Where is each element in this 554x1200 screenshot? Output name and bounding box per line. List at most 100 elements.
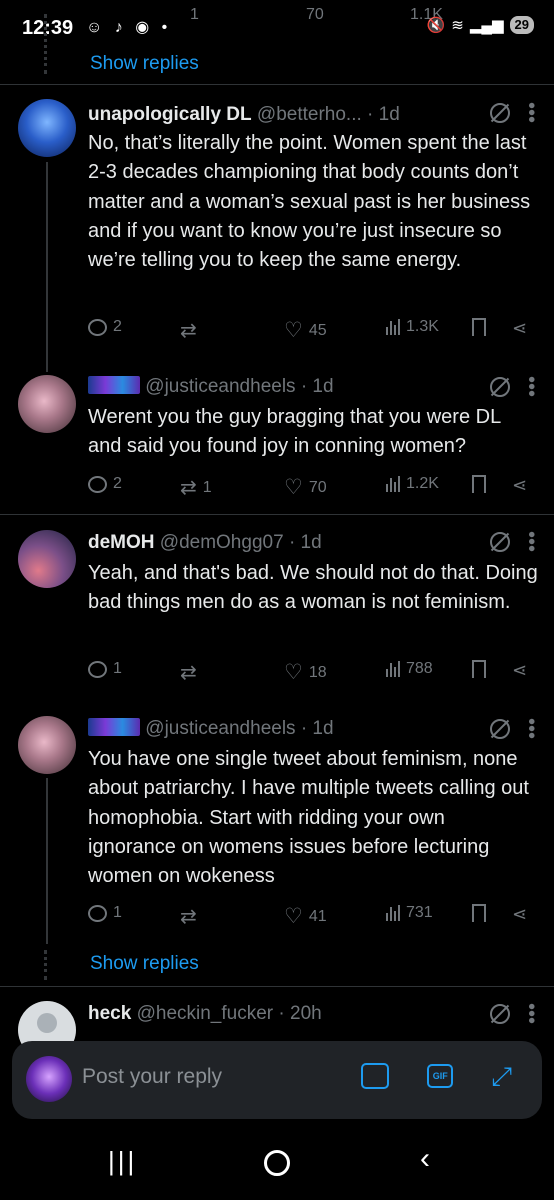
views-button[interactable]: 731 (386, 904, 433, 922)
grok-icon[interactable] (490, 531, 510, 552)
share-button[interactable]: ⋖ (512, 318, 527, 339)
home-button[interactable] (264, 1150, 290, 1176)
handle[interactable]: @demOhgg07 (160, 532, 284, 553)
more-options-icon[interactable]: ••• (520, 531, 542, 552)
gif-icon[interactable]: GIF (427, 1064, 454, 1088)
reply-button[interactable]: 2 (88, 318, 122, 336)
thread-dotted-line (44, 950, 47, 980)
reply-input[interactable]: Post your reply (82, 1065, 222, 1089)
bookmark-icon (472, 904, 486, 922)
more-options-icon[interactable]: ••• (520, 102, 542, 123)
display-name-emoji[interactable] (88, 376, 140, 394)
avatar[interactable] (18, 716, 76, 774)
image-icon[interactable] (361, 1063, 390, 1089)
thread-dotted-line (44, 14, 47, 74)
my-avatar (26, 1056, 72, 1102)
reply-composer[interactable]: Post your reply GIF ⤢ (12, 1041, 542, 1119)
handle[interactable]: @betterho... (257, 104, 362, 125)
grok-icon[interactable] (490, 1003, 510, 1024)
status-bar: 12:39 ☺ ♪ ◉ • 1 70 1.1K 🔇 ≋ ▂▄▆ 29 (0, 0, 554, 56)
reply-icon (88, 904, 107, 922)
handle[interactable]: @justiceandheels (145, 718, 295, 739)
like-button[interactable]: ♡ 45 (284, 318, 327, 343)
show-replies-link[interactable]: Show replies (90, 53, 199, 75)
share-icon: ⋖ (512, 660, 528, 680)
post-top-actions: ••• (490, 718, 542, 739)
expand-icon[interactable]: ⤢ (491, 1063, 512, 1089)
system-nav-bar: ||| ‹ (0, 1120, 554, 1200)
post-top-actions: ••• (490, 531, 542, 552)
heart-icon: ♡ (284, 319, 303, 342)
like-button[interactable]: ♡ 18 (284, 660, 327, 685)
post-text: Werent you the guy bragging that you wer… (88, 406, 501, 458)
like-count: 45 (308, 321, 327, 339)
grok-icon[interactable] (490, 102, 510, 123)
like-count: 18 (308, 663, 327, 681)
post-header: unapologically DL @betterho... · 1d (88, 104, 400, 126)
handle[interactable]: @heckin_fucker (137, 1003, 274, 1024)
reply-count: 2 (113, 318, 122, 335)
more-options-icon[interactable]: ••• (520, 718, 542, 739)
divider (0, 986, 554, 987)
grok-icon[interactable] (490, 376, 510, 397)
display-name-emoji[interactable] (88, 718, 140, 736)
more-options-icon[interactable]: ••• (520, 376, 542, 397)
like-button[interactable]: ♡ 70 (284, 475, 327, 500)
bookmark-icon (472, 318, 486, 336)
grok-icon[interactable] (490, 718, 510, 739)
share-button[interactable]: ⋖ (512, 475, 527, 496)
views-button[interactable]: 788 (386, 660, 433, 678)
back-button[interactable]: ‹ (420, 1142, 430, 1176)
retweet-button[interactable]: ⇄ (180, 318, 203, 343)
reply-button[interactable]: 1 (88, 660, 122, 678)
bookmark-button[interactable] (472, 475, 486, 493)
avatar[interactable] (18, 530, 76, 588)
wifi-icon: ≋ (451, 17, 464, 34)
share-button[interactable]: ⋖ (512, 660, 527, 681)
views-button[interactable]: 1.2K (386, 475, 439, 493)
bookmark-button[interactable] (472, 318, 486, 336)
retweet-button[interactable]: ⇄ (180, 904, 203, 929)
retweet-count: 1 (202, 478, 212, 496)
reply-button[interactable]: 2 (88, 475, 122, 493)
views-button[interactable]: 1.3K (386, 318, 439, 336)
battery-indicator: 29 (509, 16, 534, 34)
views-icon (386, 319, 400, 335)
share-icon: ⋖ (512, 475, 528, 495)
post-header: deMOH @demOhgg07 · 1d (88, 532, 322, 554)
reply-button[interactable]: 1 (88, 904, 122, 922)
like-count: 70 (308, 478, 327, 496)
post-header: heck @heckin_fucker · 20h (88, 1003, 322, 1025)
avatar[interactable] (18, 99, 76, 157)
like-button[interactable]: ♡ 41 (284, 904, 327, 929)
views-icon (386, 661, 400, 677)
retweet-count-ghost: 1 (190, 6, 199, 23)
post-header: @justiceandheels · 1d (88, 718, 334, 740)
display-name[interactable]: unapologically DL (88, 104, 252, 125)
avatar[interactable] (18, 375, 76, 433)
retweet-button[interactable]: ⇄ (180, 660, 203, 685)
bookmark-icon (472, 660, 486, 678)
retweet-button[interactable]: ⇄ 1 (180, 475, 212, 500)
notification-icons: ☺ ♪ ◉ • (86, 19, 172, 36)
display-name[interactable]: heck (88, 1003, 131, 1024)
post-top-actions: ••• (490, 376, 542, 397)
post-text: You have one single tweet about feminism… (88, 748, 529, 888)
post-top-actions: ••• (490, 1003, 542, 1024)
more-options-icon[interactable]: ••• (520, 1003, 542, 1024)
share-button[interactable]: ⋖ (512, 904, 527, 925)
show-replies-link[interactable]: Show replies (90, 953, 199, 975)
timestamp: · 1d (288, 532, 322, 553)
like-count: 41 (308, 907, 327, 925)
heart-icon: ♡ (284, 661, 303, 684)
views-icon (386, 476, 400, 492)
handle[interactable]: @justiceandheels (145, 376, 295, 397)
recents-button[interactable]: ||| (108, 1146, 137, 1177)
display-name[interactable]: deMOH (88, 532, 155, 553)
bookmark-button[interactable] (472, 904, 486, 922)
divider (0, 84, 554, 85)
post-header: @justiceandheels · 1d (88, 376, 334, 398)
bookmark-button[interactable] (472, 660, 486, 678)
composer-tools: GIF ⤢ (361, 1063, 512, 1089)
reply-icon (88, 660, 107, 678)
